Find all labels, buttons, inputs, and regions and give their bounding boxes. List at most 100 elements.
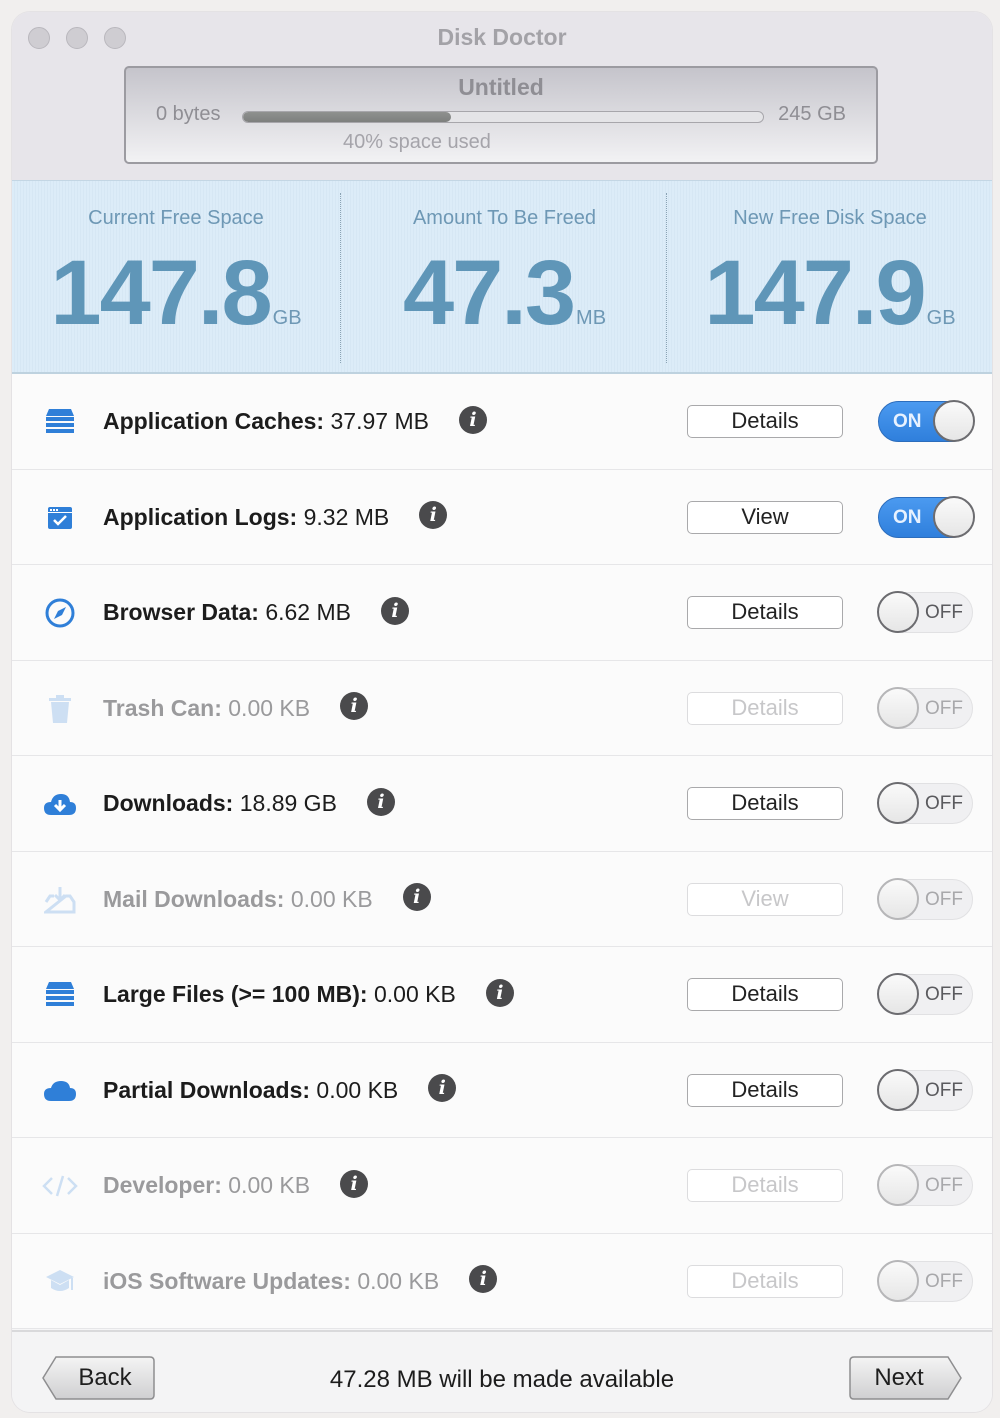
item-label: Downloads: 18.89 GB i: [103, 787, 395, 819]
toggle-state-label: OFF: [925, 1079, 963, 1101]
details-button[interactable]: Details: [687, 596, 843, 629]
disk-name: Untitled: [458, 74, 544, 100]
item-name: Application Logs:: [103, 503, 298, 530]
disk-used-label: 40% space used: [343, 131, 491, 153]
list-item: Downloads: 18.89 GB i Details OFF: [12, 756, 992, 852]
next-button[interactable]: Next: [848, 1356, 962, 1400]
list-item: Browser Data: 6.62 MB i Details OFF: [12, 565, 992, 661]
item-size: 0.00 KB: [284, 885, 373, 912]
toggle-knob: [933, 400, 975, 442]
graduation-cap-icon: [42, 1264, 78, 1300]
toggle-state-label: OFF: [925, 602, 963, 623]
space-available-message: 47.28 MB will be made available: [329, 1366, 675, 1393]
toggle-state-label: ON: [893, 506, 922, 528]
stat-new-free-disk-space: New Free Disk Space 147.9 GB: [668, 181, 992, 371]
item-toggle[interactable]: OFF: [877, 782, 973, 824]
item-toggle[interactable]: ON: [878, 400, 975, 442]
toggle-state-label: OFF: [925, 697, 963, 719]
stat-unit: GB: [926, 307, 956, 329]
list-item: Application Caches: 37.97 MB i Details ON: [12, 374, 992, 470]
item-toggle[interactable]: OFF: [877, 1259, 973, 1302]
details-button[interactable]: Details: [687, 1073, 843, 1107]
window-title: Disk Doctor: [437, 24, 567, 50]
item-size: 9.32 MB: [297, 503, 390, 530]
details-button[interactable]: Details: [687, 1169, 843, 1202]
toggle-knob: [877, 877, 919, 920]
item-toggle[interactable]: OFF: [877, 1164, 973, 1206]
next-label: Next: [874, 1364, 924, 1391]
item-label: Application Caches: 37.97 MB i: [103, 405, 487, 437]
info-icon[interactable]: i: [458, 405, 487, 434]
details-button[interactable]: Details: [687, 405, 843, 438]
server-stack-icon: [42, 977, 78, 1013]
disk-usage-panel: Untitled 0 bytes 245 GB 40% space used: [124, 66, 878, 164]
details-button[interactable]: Details: [687, 1264, 843, 1298]
item-size: 0.00 KB: [367, 981, 456, 1007]
stat-label: Current Free Space: [88, 207, 264, 229]
toggle-knob: [877, 782, 919, 824]
item-label: Mail Downloads: 0.00 KB i: [103, 883, 431, 915]
stat-unit: MB: [576, 307, 607, 329]
info-icon[interactable]: i: [419, 501, 448, 530]
item-name: Developer:: [103, 1172, 222, 1198]
details-button[interactable]: Details: [687, 691, 843, 725]
toggle-knob: [877, 1259, 919, 1302]
list-item: Trash Can: 0.00 KB i Details OFF: [12, 660, 992, 756]
stat-value: 147.8 GB: [12, 243, 340, 343]
toggle-knob: [877, 1164, 919, 1206]
list-item: Large Files (>= 100 MB): 0.00 KB i Details…: [12, 947, 992, 1043]
item-name: Application Caches:: [103, 408, 325, 434]
info-icon[interactable]: i: [469, 1265, 498, 1294]
info-icon[interactable]: i: [485, 978, 514, 1007]
item-label: Developer: 0.00 KB i: [103, 1169, 369, 1201]
disk-usage-bar: [242, 111, 764, 123]
item-toggle[interactable]: OFF: [877, 591, 973, 633]
server-stack-icon: [42, 404, 78, 440]
disk-doctor-window: Disk Doctor Untitled 0 bytes 245 GB 40% …: [12, 12, 992, 1412]
item-size: 37.97 MB: [324, 408, 429, 434]
view-button[interactable]: View: [687, 500, 843, 534]
info-icon[interactable]: i: [340, 1169, 369, 1198]
toggle-state-label: OFF: [925, 984, 963, 1005]
details-button[interactable]: Details: [687, 787, 843, 820]
cloud-icon: [42, 1073, 78, 1109]
stat-label: Amount To Be Freed: [412, 207, 597, 229]
item-label: Browser Data: 6.62 MB i: [103, 596, 409, 628]
item-toggle[interactable]: OFF: [877, 973, 973, 1015]
list-item: Mail Downloads: 0.00 KB i View OFF: [12, 851, 992, 947]
stat-value: 147.9 GB: [668, 243, 992, 343]
item-toggle[interactable]: ON: [878, 495, 975, 538]
stat-number: 147.8: [50, 242, 272, 344]
list-item: Partial Downloads: 0.00 KB i Details OFF: [12, 1042, 992, 1138]
trash-icon: [42, 691, 78, 727]
item-size: 6.62 MB: [258, 599, 351, 625]
toggle-state-label: OFF: [925, 1175, 963, 1196]
stat-label: New Free Disk Space: [733, 207, 927, 229]
disk-max-label: 245 GB: [778, 103, 846, 125]
info-icon[interactable]: i: [428, 1074, 457, 1103]
toggle-state-label: OFF: [925, 888, 963, 910]
info-icon[interactable]: i: [340, 692, 369, 721]
view-button[interactable]: View: [687, 882, 843, 916]
item-toggle[interactable]: OFF: [877, 877, 973, 920]
stat-current-free-space: Current Free Space 147.8 GB: [12, 181, 340, 371]
disk-min-label: 0 bytes: [156, 103, 221, 125]
item-name: Partial Downloads:: [103, 1076, 311, 1103]
item-label: Trash Can: 0.00 KB i: [103, 692, 369, 724]
details-button[interactable]: Details: [687, 978, 843, 1011]
stat-value: 47.3 MB: [342, 243, 667, 343]
cleanup-category-list: Application Caches: 37.97 MB i Details ON Ap…: [12, 374, 992, 1329]
toggle-knob: [877, 686, 919, 729]
list-item: iOS Software Updates: 0.00 KB i Details OFF: [12, 1233, 992, 1329]
checked-window-icon: [42, 500, 78, 536]
list-item: Developer: 0.00 KB i Details OFF: [12, 1138, 992, 1234]
divider: [340, 193, 341, 363]
item-toggle[interactable]: OFF: [877, 686, 973, 729]
item-size: 0.00 KB: [221, 1172, 311, 1198]
info-icon[interactable]: i: [366, 787, 395, 816]
info-icon[interactable]: i: [402, 883, 431, 912]
item-toggle[interactable]: OFF: [877, 1068, 973, 1111]
item-name: Downloads:: [103, 790, 234, 816]
divider: [666, 193, 667, 363]
info-icon[interactable]: i: [380, 596, 409, 625]
